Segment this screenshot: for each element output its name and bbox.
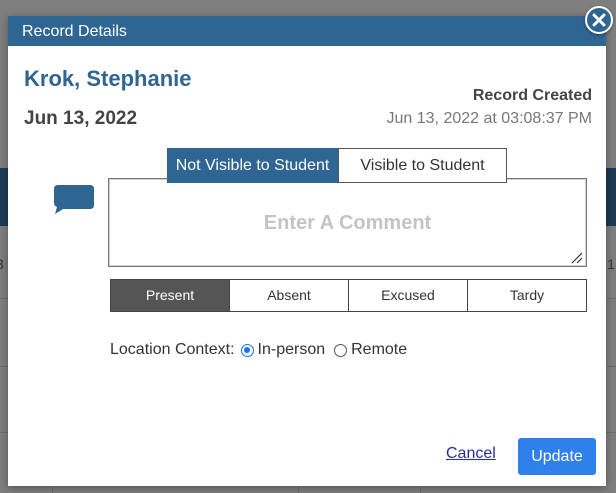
attendance-status-selector: Present Absent Excused Tardy xyxy=(110,279,587,312)
visible-to-student-button[interactable]: Visible to Student xyxy=(338,148,507,183)
background-text-fragment: 1 xyxy=(607,256,615,272)
comment-textarea[interactable] xyxy=(108,178,587,267)
absent-button[interactable]: Absent xyxy=(229,280,348,311)
close-button[interactable] xyxy=(585,6,613,34)
in-person-radio[interactable] xyxy=(240,343,254,357)
cancel-link[interactable]: Cancel xyxy=(446,445,496,463)
location-context: Location Context: In-person Remote xyxy=(110,341,407,359)
modal-title: Record Details xyxy=(22,23,127,40)
visibility-toggle: Not Visible to Student Visible to Studen… xyxy=(167,148,507,183)
record-created-timestamp: Jun 13, 2022 at 03:08:37 PM xyxy=(386,110,592,127)
remote-label[interactable]: Remote xyxy=(351,341,407,359)
student-name: Krok, Stephanie xyxy=(24,66,192,91)
background-text-fragment: 3 xyxy=(0,256,4,272)
present-button[interactable]: Present xyxy=(111,280,229,311)
record-date: Jun 13, 2022 xyxy=(24,108,138,129)
modal-header: Record Details xyxy=(8,16,606,46)
resize-handle-icon[interactable] xyxy=(571,252,583,264)
speech-bubble-icon xyxy=(54,185,94,214)
location-context-label: Location Context: xyxy=(110,341,235,358)
excused-button[interactable]: Excused xyxy=(348,280,467,311)
record-created-label: Record Created xyxy=(472,87,592,104)
tardy-button[interactable]: Tardy xyxy=(467,280,586,311)
record-details-modal: Record Details Krok, Stephanie Jun 13, 2… xyxy=(8,16,606,486)
in-person-label[interactable]: In-person xyxy=(258,341,326,359)
close-icon xyxy=(592,13,606,27)
remote-radio[interactable] xyxy=(334,343,348,357)
not-visible-to-student-button[interactable]: Not Visible to Student xyxy=(167,148,338,183)
update-button[interactable]: Update xyxy=(518,438,596,475)
